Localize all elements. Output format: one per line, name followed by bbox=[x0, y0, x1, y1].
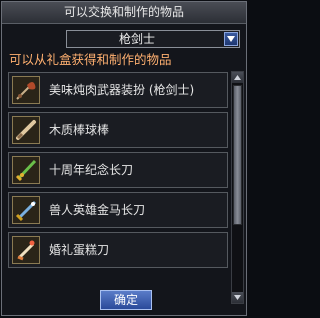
item-label: 兽人英雄金马长刀 bbox=[49, 203, 146, 217]
scroll-up-icon[interactable] bbox=[232, 72, 243, 83]
item-label: 木质棒球棒 bbox=[49, 123, 110, 137]
meat-weapon-icon bbox=[12, 76, 40, 104]
class-filter-value: 枪剑士 bbox=[118, 32, 155, 46]
section-title: 可以从礼盒获得和制作的物品 bbox=[9, 52, 172, 67]
scrollbar-thumb[interactable] bbox=[233, 85, 242, 225]
class-filter-dropdown[interactable]: 枪剑士 bbox=[66, 30, 240, 48]
list-item[interactable]: 美味炖肉武器装扮 (枪剑士) bbox=[8, 72, 228, 108]
orc-hero-sword-icon bbox=[12, 196, 40, 224]
list-item[interactable]: 木质棒球棒 bbox=[8, 112, 228, 148]
baseball-bat-icon bbox=[12, 116, 40, 144]
item-label: 十周年纪念长刀 bbox=[49, 163, 134, 177]
list-item[interactable]: 兽人英雄金马长刀 bbox=[8, 192, 228, 228]
chevron-down-icon[interactable] bbox=[224, 32, 238, 46]
item-exchange-window: 可以交换和制作的物品 枪剑士 可以从礼盒获得和制作的物品 美味炖肉武器装扮 (枪… bbox=[1, 1, 247, 316]
item-label: 婚礼蛋糕刀 bbox=[49, 243, 110, 257]
list-item[interactable]: 十周年纪念长刀 bbox=[8, 152, 228, 188]
item-list-scrollbar[interactable] bbox=[231, 71, 244, 304]
window-title: 可以交换和制作的物品 bbox=[2, 2, 246, 24]
list-item[interactable]: 婚礼蛋糕刀 bbox=[8, 232, 228, 268]
cake-knife-icon bbox=[12, 236, 40, 264]
confirm-button[interactable]: 确定 bbox=[100, 290, 152, 310]
item-list: 美味炖肉武器装扮 (枪剑士) 木质棒球棒 十周年纪念长刀 兽人英雄金马长刀 婚礼… bbox=[8, 72, 230, 307]
anniversary-sword-icon bbox=[12, 156, 40, 184]
item-label: 美味炖肉武器装扮 (枪剑士) bbox=[49, 83, 195, 97]
scroll-down-icon[interactable] bbox=[232, 292, 243, 303]
